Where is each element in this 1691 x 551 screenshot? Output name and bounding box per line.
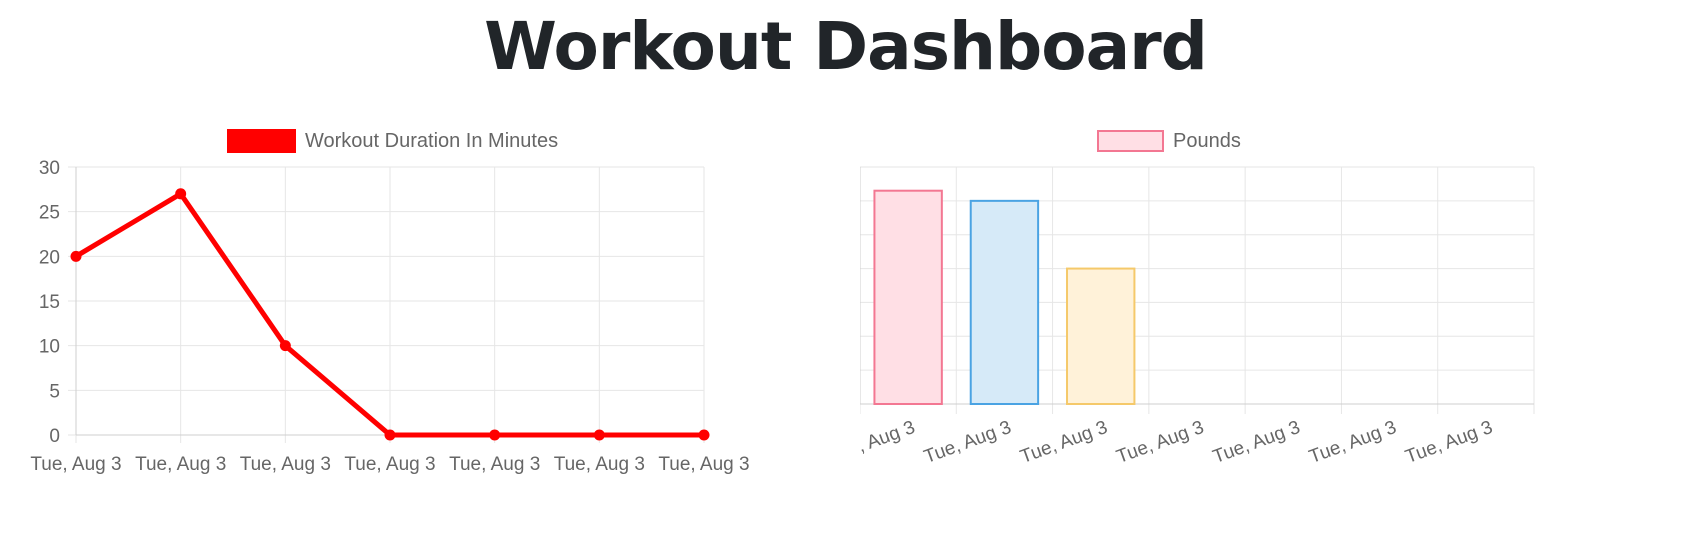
x-tick-label: Tue, Aug 3: [1018, 417, 1111, 468]
x-tick-label: Tue, Aug 3: [30, 454, 121, 475]
y-tick-label: 30: [39, 158, 60, 179]
data-point: [489, 429, 501, 441]
x-tick-label: Tue, Aug 3: [658, 454, 749, 475]
y-tick-label: 20: [39, 247, 60, 268]
x-tick-label: Tue, Aug 3: [240, 454, 331, 475]
y-tick-label: 10: [39, 337, 60, 358]
data-point: [593, 429, 605, 441]
x-tick-label: Tue, Aug 3: [344, 454, 435, 475]
x-tick-label: Tue, Aug 3: [449, 454, 540, 475]
bar: [969, 199, 1040, 405]
bar: [873, 189, 943, 405]
pounds-bar-chart: Pounds050100150200250300350Tue, Aug 3Tue…: [860, 130, 1535, 468]
x-tick-label: Tue, Aug 3: [1306, 417, 1399, 468]
x-tick-label: Tue, Aug 3: [1114, 417, 1207, 468]
x-tick-label: Tue, Aug 3: [1210, 417, 1303, 468]
x-tick-label: Tue, Aug 3: [554, 454, 645, 475]
duration-line-chart: Workout Duration In Minutes 0 5 10 15 20 25 30 T…: [30, 129, 750, 475]
x-tick-label: Tue, Aug 3: [1403, 417, 1496, 468]
data-point: [384, 429, 396, 441]
data-point: [175, 188, 187, 200]
x-tick-label: Tue, Aug 3: [135, 454, 226, 475]
bar: [1066, 267, 1136, 406]
legend-label-duration: Workout Duration In Minutes: [305, 130, 558, 152]
y-tick-label: 0: [49, 426, 60, 447]
data-point: [70, 250, 82, 262]
y-tick-label: 15: [39, 292, 60, 313]
legend-swatch-pounds: [1097, 130, 1164, 152]
data-point: [279, 340, 291, 352]
x-tick-label: Tue, Aug 3: [860, 417, 918, 468]
x-tick-label: Tue, Aug 3: [921, 417, 1014, 468]
data-point: [698, 429, 710, 441]
y-tick-label: 5: [49, 381, 60, 402]
y-tick-label: 25: [39, 203, 60, 224]
legend-swatch-duration: [227, 129, 296, 153]
legend-label-pounds: Pounds: [1173, 130, 1241, 152]
